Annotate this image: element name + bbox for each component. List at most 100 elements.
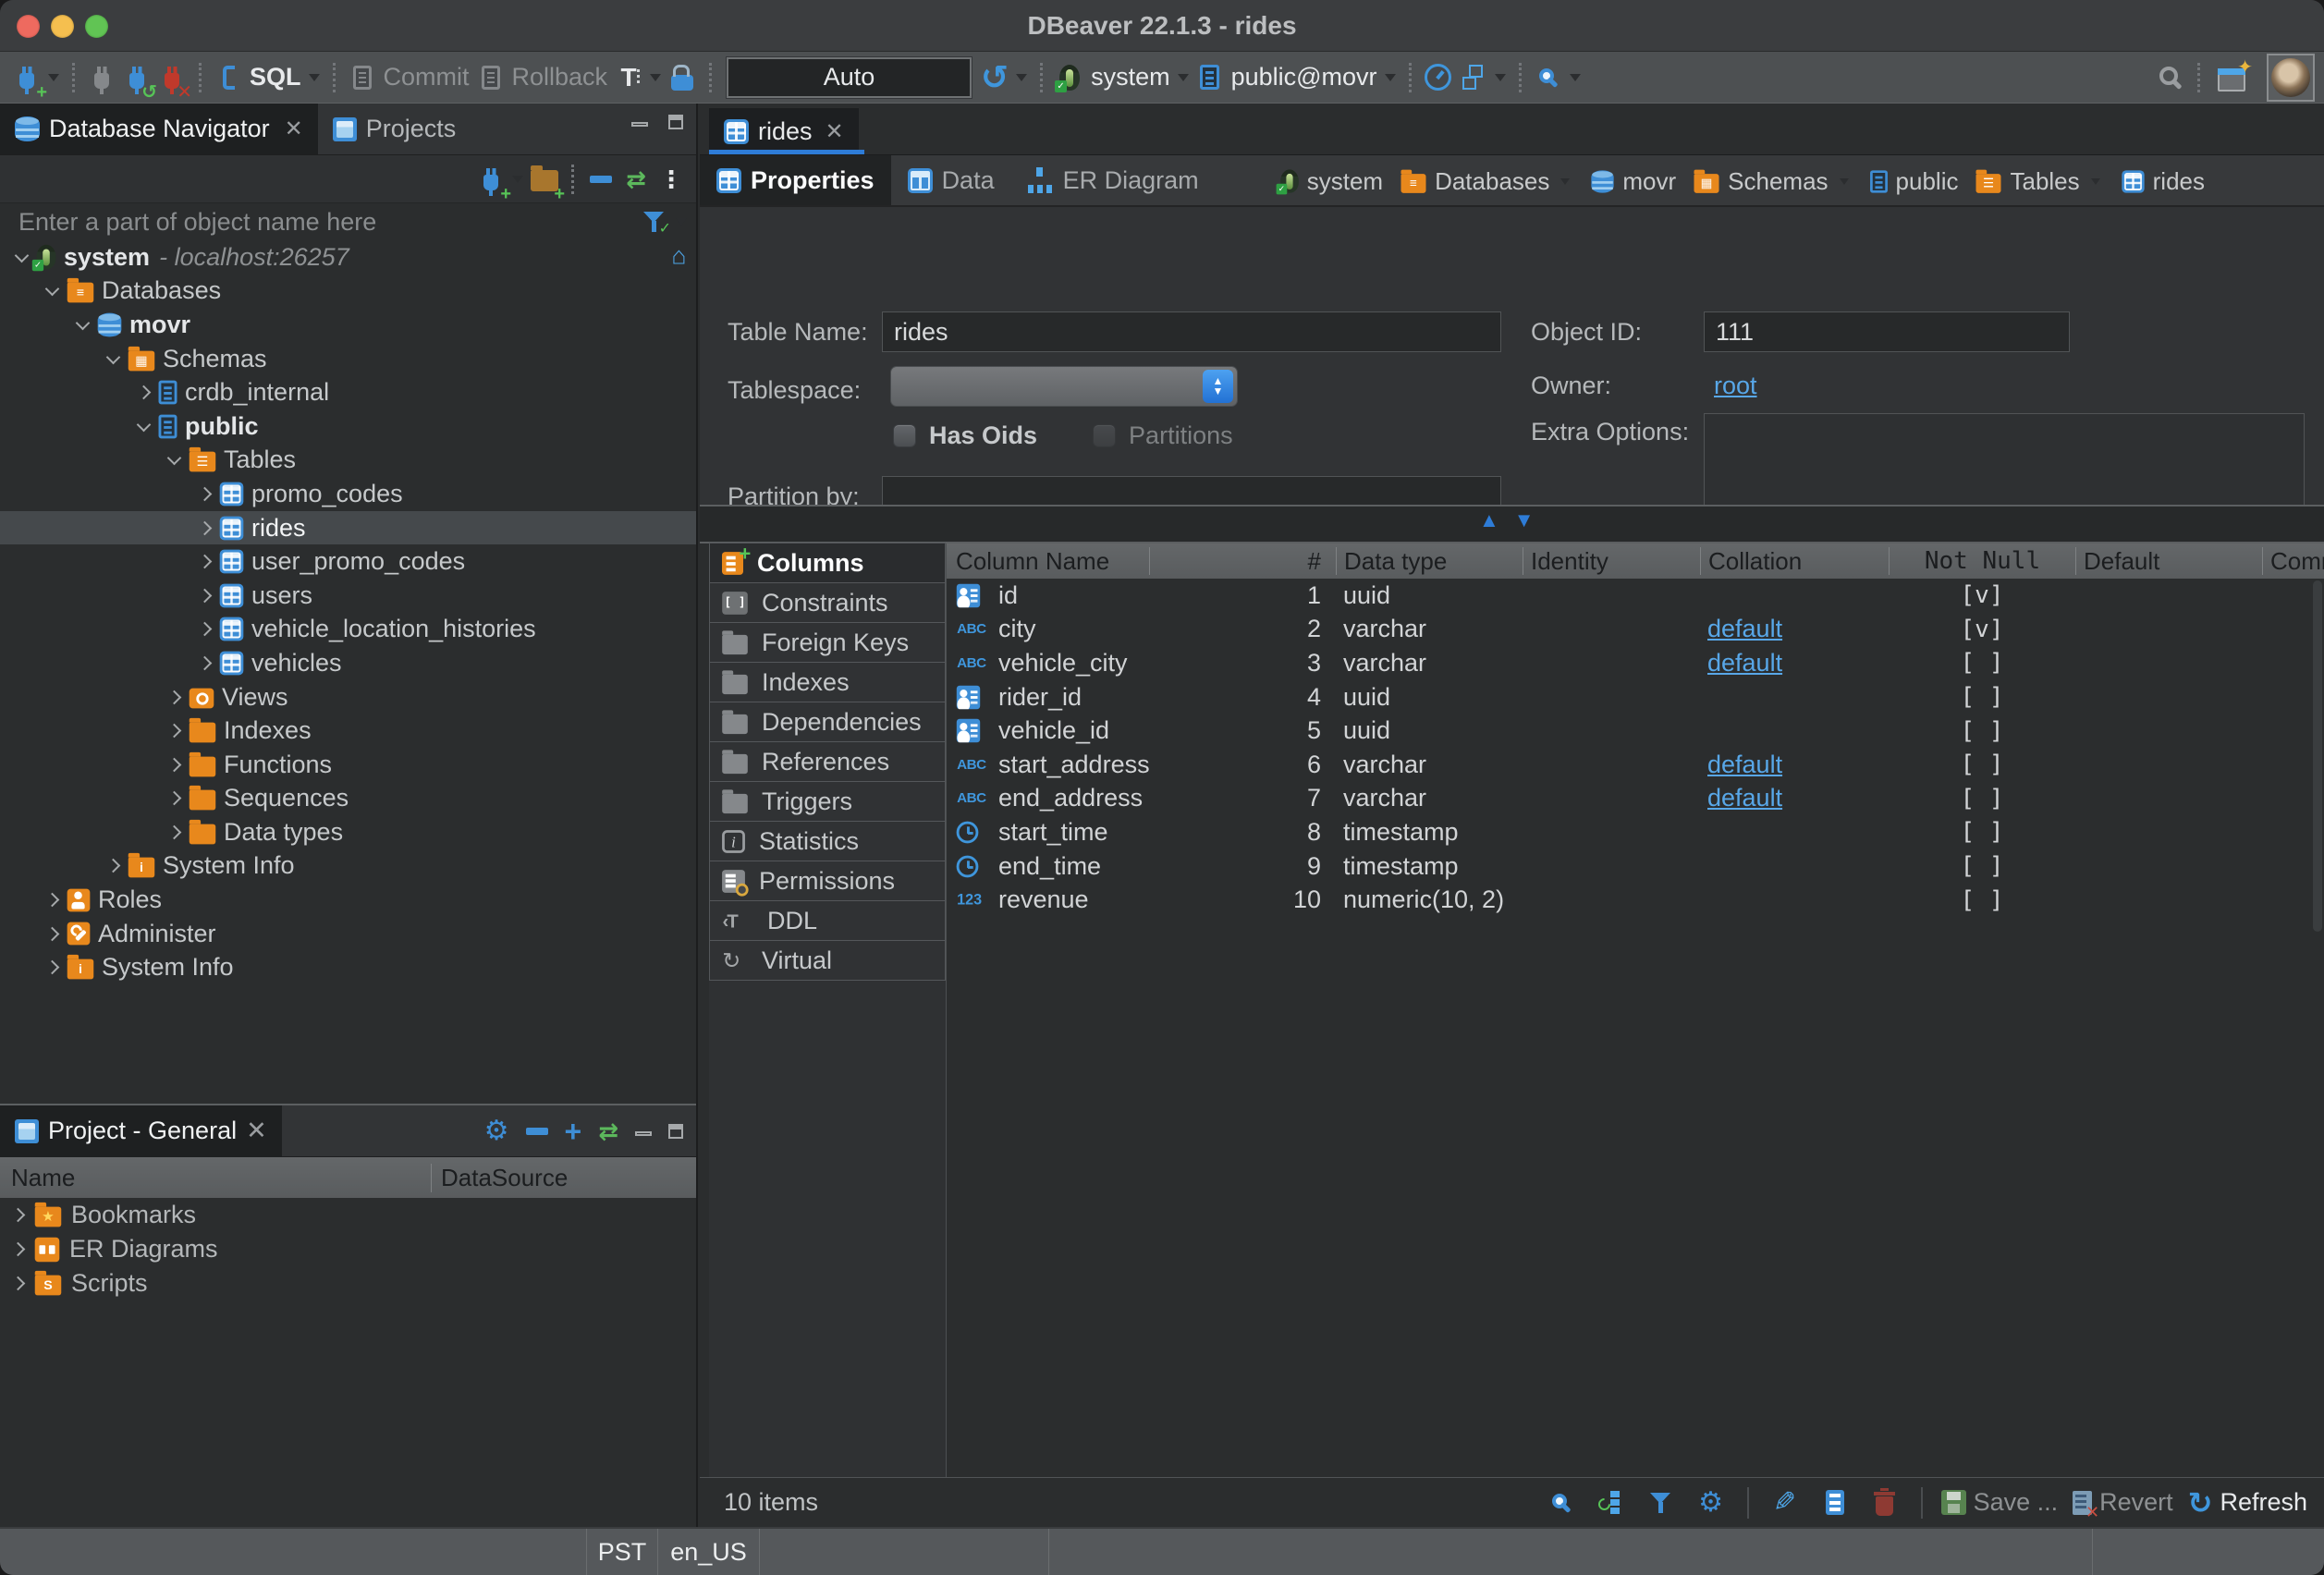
grid-header-identity[interactable]: Identity	[1523, 547, 1700, 575]
search-dropdown[interactable]	[1570, 74, 1581, 81]
revert-button[interactable]: Revert	[2073, 1488, 2173, 1517]
has-oids-checkbox[interactable]	[893, 424, 916, 447]
maximize-panel-icon[interactable]	[668, 1124, 683, 1139]
chevron-right-icon[interactable]	[137, 385, 152, 400]
column-header-datasource[interactable]: DataSource	[431, 1164, 696, 1192]
object-tab-foreign-keys[interactable]: Foreign Keys	[709, 622, 946, 663]
owner-link[interactable]: root	[1714, 372, 1757, 400]
connection-name[interactable]: system	[1091, 63, 1170, 92]
tree-item-crdb-internal[interactable]: crdb_internal	[0, 375, 696, 409]
commit-label[interactable]: Commit	[384, 63, 470, 92]
chevron-down-icon[interactable]	[137, 417, 152, 432]
grid-header-data-type[interactable]: Data type	[1336, 547, 1523, 575]
minimize-panel-icon[interactable]	[635, 1131, 652, 1136]
tree-item-user-promo-codes[interactable]: user_promo_codes	[0, 544, 696, 579]
tab-projects[interactable]: Projects	[318, 104, 471, 154]
dropdown-caret-icon[interactable]	[1560, 178, 1570, 185]
history-dropdown[interactable]	[1016, 74, 1027, 81]
chevron-right-icon[interactable]	[45, 960, 60, 975]
tasks-dropdown[interactable]	[1495, 74, 1506, 81]
sql-editor-label[interactable]: SQL	[250, 63, 301, 92]
tree-item-schemas[interactable]: ▦ Schemas	[0, 342, 696, 376]
grid-filter-button[interactable]	[1644, 1484, 1679, 1521]
breadcrumb-item-system[interactable]: system	[1279, 167, 1383, 196]
subtab-data[interactable]: Data	[891, 155, 1011, 205]
link-with-editor-button[interactable]: ⇄	[618, 161, 654, 198]
add-column-button[interactable]	[1817, 1484, 1853, 1521]
project-item-scripts[interactable]: SScripts	[0, 1266, 696, 1300]
tree-item-sequences[interactable]: Sequences	[0, 782, 696, 816]
project-item-bookmarks[interactable]: ★Bookmarks	[0, 1198, 696, 1232]
form-splitter[interactable]: ▲▼	[700, 505, 2324, 543]
commit-button[interactable]	[345, 59, 380, 96]
grid-header-not-null[interactable]: Not Null	[1889, 547, 2075, 575]
rollback-label[interactable]: Rollback	[512, 63, 608, 92]
nav-new-connection-dropdown[interactable]	[512, 176, 523, 183]
column-row-end_address[interactable]: ABCend_address 7 varchar default [ ]	[947, 782, 2324, 816]
chevron-right-icon[interactable]	[198, 555, 213, 569]
tree-item-roles[interactable]: Roles	[0, 883, 696, 917]
home-icon[interactable]: ⌂	[672, 243, 687, 270]
column-row-rider_id[interactable]: rider_id 4 uuid [ ]	[947, 680, 2324, 714]
chevron-right-icon[interactable]	[198, 487, 213, 502]
object-tab-columns[interactable]: Columns	[709, 543, 946, 583]
tree-item-movr[interactable]: movr	[0, 308, 696, 342]
object-tab-triggers[interactable]: Triggers	[709, 781, 946, 822]
save-button[interactable]: Save ...	[1941, 1488, 2059, 1517]
tab-project-general[interactable]: Project - General ✕	[0, 1105, 282, 1157]
close-icon[interactable]: ✕	[285, 116, 303, 142]
object-tab-constraints[interactable]: [ ]Constraints	[709, 582, 946, 623]
rollback-button[interactable]	[473, 59, 508, 96]
object-tab-virtual[interactable]: ↻Virtual	[709, 940, 946, 981]
reconnect-button[interactable]: ↺	[119, 59, 154, 96]
collation-link[interactable]: default	[1707, 784, 1782, 812]
object-filter-input[interactable]	[0, 204, 637, 239]
column-row-vehicle_city[interactable]: ABCvehicle_city 3 varchar default [ ]	[947, 646, 2324, 680]
column-header-name[interactable]: Name	[0, 1164, 431, 1192]
breadcrumb-item-public[interactable]: public	[1869, 167, 1959, 196]
subtab-properties[interactable]: Properties	[700, 155, 891, 205]
transaction-dropdown[interactable]	[650, 74, 661, 81]
vertical-scrollbar[interactable]	[2313, 580, 2322, 932]
column-row-start_address[interactable]: ABCstart_address 6 varchar default [ ]	[947, 748, 2324, 782]
tree-item-administer[interactable]: Administer	[0, 917, 696, 951]
grid-header-default[interactable]: Default	[2075, 547, 2262, 575]
breadcrumb-item-tables[interactable]: ☰Tables	[1975, 167, 2103, 196]
collapse-all-button[interactable]	[583, 161, 618, 198]
column-row-start_time[interactable]: start_time 8 timestamp [ ]	[947, 815, 2324, 849]
filter-config-button[interactable]: ✓	[637, 203, 672, 240]
tree-item-data-types[interactable]: Data types	[0, 815, 696, 849]
disconnect-button[interactable]: ✕	[154, 59, 190, 96]
breadcrumb-item-schemas[interactable]: ▦Schemas	[1693, 167, 1852, 196]
chevron-right-icon[interactable]	[106, 859, 121, 873]
tree-item-vehicles[interactable]: vehicles	[0, 646, 696, 680]
chevron-down-icon[interactable]	[106, 349, 121, 364]
grid-header--[interactable]: #	[1149, 547, 1336, 575]
tree-item-tables[interactable]: ☰ Tables	[0, 444, 696, 478]
minimize-panel-icon[interactable]	[631, 122, 648, 127]
column-row-vehicle_id[interactable]: vehicle_id 5 uuid [ ]	[947, 714, 2324, 748]
tree-item-system[interactable]: system - localhost:26257 ⌂	[0, 240, 696, 275]
tab-database-navigator[interactable]: Database Navigator ✕	[0, 104, 318, 154]
chevron-down-icon[interactable]	[15, 249, 30, 263]
locale-cell[interactable]: en_US	[657, 1529, 759, 1575]
column-row-end_time[interactable]: end_time 9 timestamp [ ]	[947, 849, 2324, 884]
chevron-right-icon[interactable]	[11, 1208, 26, 1223]
lock-button[interactable]	[665, 59, 700, 96]
tasks-button[interactable]	[1456, 59, 1491, 96]
chevron-right-icon[interactable]	[198, 520, 213, 535]
chevron-down-icon[interactable]	[76, 316, 91, 331]
subtab-er-diagram[interactable]: ER Diagram	[1011, 155, 1216, 205]
quick-search-button[interactable]	[2153, 59, 2188, 96]
breadcrumb-item-movr[interactable]: movr	[1590, 167, 1676, 196]
nav-new-connection-button[interactable]: +	[473, 161, 508, 198]
tree-item-functions[interactable]: Functions	[0, 748, 696, 782]
grid-sync-button[interactable]	[1594, 1484, 1629, 1521]
chevron-down-icon[interactable]	[167, 451, 182, 466]
object-tab-indexes[interactable]: Indexes	[709, 662, 946, 702]
tablespace-select[interactable]: ▲▼	[890, 366, 1238, 407]
partitions-checkbox[interactable]	[1093, 424, 1116, 447]
dashboard-button[interactable]	[1421, 59, 1456, 96]
transaction-history-button[interactable]: ↺	[977, 59, 1012, 96]
tree-item-public[interactable]: public	[0, 409, 696, 444]
